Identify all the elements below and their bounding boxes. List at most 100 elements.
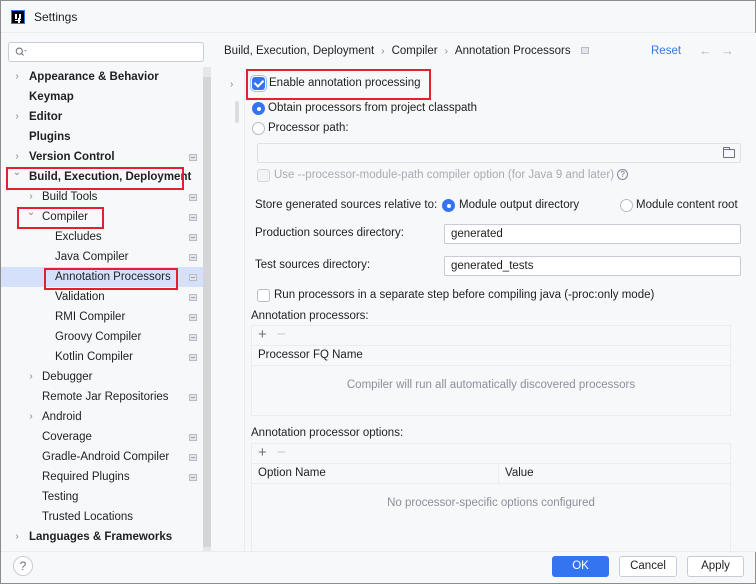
add-icon[interactable]: + xyxy=(258,445,267,461)
sidebar-scrollbar-thumb[interactable] xyxy=(203,77,211,547)
sidebar-item-label: Validation xyxy=(55,291,105,303)
forward-arrow-icon[interactable]: → xyxy=(721,43,734,58)
sidebar-item-validation[interactable]: Validation xyxy=(1,287,211,307)
sidebar-item-testing[interactable]: Testing xyxy=(1,487,211,507)
sidebar-item-compiler[interactable]: ⌄ Compiler xyxy=(1,207,211,227)
sidebar-item-label: Annotation Processors xyxy=(55,271,171,283)
sidebar-item-required-plugins[interactable]: Required Plugins xyxy=(1,467,211,487)
sidebar-item-build-execution-deployment[interactable]: ⌄ Build, Execution, Deployment xyxy=(1,167,211,187)
sidebar-item-annotation-processors[interactable]: Annotation Processors xyxy=(1,267,211,287)
sidebar-item-appearance-behavior[interactable]: › Appearance & Behavior xyxy=(1,67,211,87)
breadcrumb-separator: › xyxy=(381,46,385,57)
sidebar-item-debugger[interactable]: › Debugger xyxy=(1,367,211,387)
sidebar-item-gradle-android-compiler[interactable]: Gradle-Android Compiler xyxy=(1,447,211,467)
sidebar-item-android[interactable]: › Android xyxy=(1,407,211,427)
sidebar-item-label: RMI Compiler xyxy=(55,311,126,323)
obtain-from-classpath-radio[interactable] xyxy=(252,102,265,115)
remove-icon[interactable]: − xyxy=(277,327,286,343)
sidebar-item-label: Compiler xyxy=(42,211,89,223)
sidebar-item-java-compiler[interactable]: Java Compiler xyxy=(1,247,211,267)
window-title: Settings xyxy=(34,10,78,24)
test-sources-input[interactable]: generated_tests xyxy=(444,256,741,276)
sidebar-item-label: Debugger xyxy=(42,371,93,383)
back-arrow-icon[interactable]: ← xyxy=(699,43,712,58)
use-module-path-checkbox[interactable] xyxy=(257,169,270,182)
sidebar-item-languages-frameworks[interactable]: › Languages & Frameworks xyxy=(1,527,211,547)
sidebar-item-label: Languages & Frameworks xyxy=(29,531,173,543)
sidebar-item-remote-jar-repositories[interactable]: Remote Jar Repositories xyxy=(1,387,211,407)
run-separate-step-checkbox[interactable] xyxy=(257,289,270,302)
splitter-handle[interactable] xyxy=(235,101,239,123)
enable-annotation-processing-checkbox[interactable] xyxy=(252,77,265,90)
sidebar-item-kotlin-compiler[interactable]: Kotlin Compiler xyxy=(1,347,211,367)
sidebar-item-rmi-compiler[interactable]: RMI Compiler xyxy=(1,307,211,327)
project-level-icon xyxy=(189,474,197,481)
sidebar-item-trusted-locations[interactable]: Trusted Locations xyxy=(1,507,211,527)
reset-link[interactable]: Reset xyxy=(651,45,681,57)
breadcrumb-item[interactable]: Build, Execution, Deployment xyxy=(224,45,374,57)
help-icon[interactable]: ? xyxy=(617,169,629,181)
sidebar-item-editor[interactable]: › Editor xyxy=(1,107,211,127)
apply-button[interactable]: Apply xyxy=(687,556,744,577)
use-module-path-label: Use --processor-module-path compiler opt… xyxy=(274,169,615,181)
project-level-icon xyxy=(189,254,197,261)
processor-path-radio[interactable] xyxy=(252,122,265,135)
project-level-icon xyxy=(189,394,197,401)
settings-tree: › Appearance & Behavior Keymap › Editor Plugi… xyxy=(1,67,211,547)
project-level-icon xyxy=(189,274,197,281)
project-level-icon xyxy=(189,214,197,221)
module-output-directory-radio[interactable] xyxy=(442,199,455,212)
sidebar-item-label: Remote Jar Repositories xyxy=(42,391,169,403)
annotation-processor-options-table: + − Option Name Value No processor-speci… xyxy=(251,443,731,553)
project-level-icon xyxy=(580,47,589,55)
sidebar-item-label: Appearance & Behavior xyxy=(29,71,159,83)
project-level-icon xyxy=(189,334,197,341)
chevron-right-icon[interactable]: › xyxy=(12,107,22,127)
help-button[interactable]: ? xyxy=(13,556,33,576)
table-header: Option Name Value xyxy=(252,464,730,484)
remove-icon[interactable]: − xyxy=(277,445,286,461)
ok-button[interactable]: OK xyxy=(552,556,609,577)
sidebar-item-coverage[interactable]: Coverage xyxy=(1,427,211,447)
sidebar-item-excludes[interactable]: Excludes xyxy=(1,227,211,247)
chevron-down-icon[interactable]: ⌄ xyxy=(12,163,22,183)
sidebar-item-label: Keymap xyxy=(29,91,74,103)
module-output-directory-label: Module output directory xyxy=(459,199,580,211)
breadcrumb-item[interactable]: Compiler xyxy=(392,45,438,57)
chevron-down-icon[interactable]: ⌄ xyxy=(26,203,36,223)
module-content-root-radio[interactable] xyxy=(620,199,633,212)
sidebar-item-plugins[interactable]: Plugins xyxy=(1,127,211,147)
intellij-icon xyxy=(11,10,25,24)
sidebar-item-label: Testing xyxy=(42,491,79,503)
chevron-right-icon[interactable]: › xyxy=(12,527,22,547)
folder-icon[interactable] xyxy=(723,147,735,158)
project-level-icon xyxy=(189,454,197,461)
use-module-path-row: Use --processor-module-path compiler opt… xyxy=(274,169,629,181)
chevron-right-icon[interactable]: › xyxy=(26,407,36,427)
sidebar-item-label: Editor xyxy=(29,111,63,123)
project-level-icon xyxy=(189,234,197,241)
project-level-icon xyxy=(189,354,197,361)
project-level-icon xyxy=(189,194,197,201)
column-header-option-name[interactable]: Option Name xyxy=(252,464,326,483)
table-header: Processor FQ Name xyxy=(252,346,730,366)
chevron-right-icon[interactable]: › xyxy=(12,67,22,87)
chevron-right-icon[interactable]: › xyxy=(26,367,36,387)
sidebar-item-version-control[interactable]: › Version Control xyxy=(1,147,211,167)
sidebar-item-keymap[interactable]: Keymap xyxy=(1,87,211,107)
search-input[interactable] xyxy=(8,42,204,62)
sidebar-item-label: Build Tools xyxy=(42,191,98,203)
column-header-value[interactable]: Value xyxy=(499,464,534,483)
sidebar-item-label: Build, Execution, Deployment xyxy=(29,171,192,183)
sidebar-item-groovy-compiler[interactable]: Groovy Compiler xyxy=(1,327,211,347)
test-sources-label: Test sources directory: xyxy=(255,259,371,271)
module-content-root-label: Module content root xyxy=(636,199,738,211)
processor-path-field[interactable] xyxy=(257,143,741,163)
cancel-button[interactable]: Cancel xyxy=(619,556,677,577)
column-header-processor-fq-name[interactable]: Processor FQ Name xyxy=(252,346,363,365)
add-icon[interactable]: + xyxy=(258,327,267,343)
production-sources-input[interactable]: generated xyxy=(444,224,741,244)
settings-window: Settings › Appearance & Behavior Keymap › Ed… xyxy=(0,0,756,584)
sidebar-item-label: Required Plugins xyxy=(42,471,130,483)
chevron-right-icon[interactable]: › xyxy=(230,79,233,90)
